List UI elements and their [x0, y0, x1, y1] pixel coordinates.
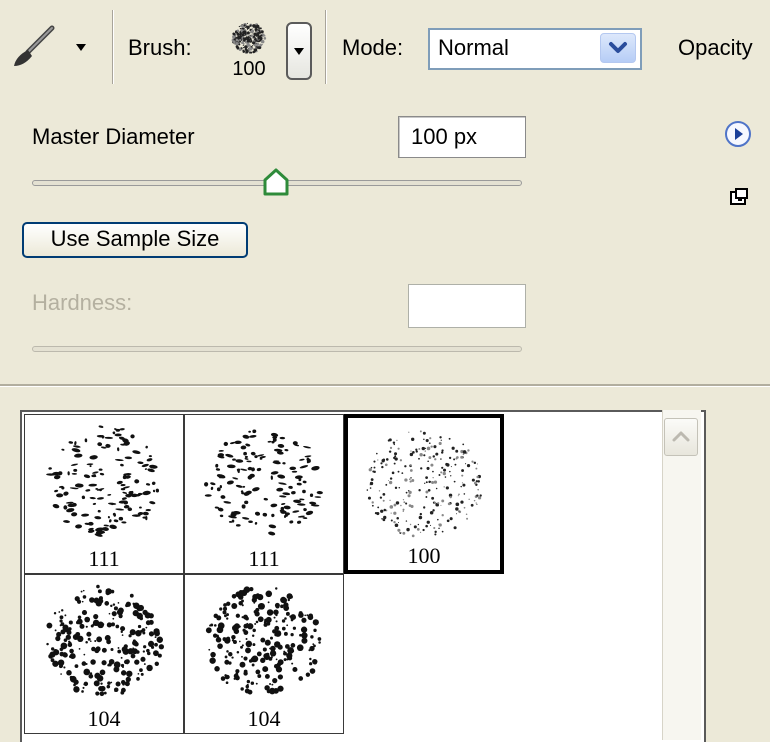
brush-tip-thumbnail-icon [46, 584, 165, 697]
chevron-down-icon [609, 42, 627, 53]
brush-size-label: 111 [248, 546, 280, 571]
chevron-down-icon [294, 48, 304, 55]
brush-size-label: 100 [407, 543, 441, 568]
scrollbar[interactable] [662, 410, 701, 740]
brush-preset-item[interactable]: 100 [344, 414, 504, 574]
master-diameter-label: Master Diameter [32, 124, 195, 149]
master-diameter-field[interactable]: 100 px [398, 116, 526, 158]
brush-preset-item[interactable]: 104 [184, 574, 344, 734]
brush-preset-item[interactable]: 111 [24, 414, 184, 574]
brush-picker-button[interactable] [286, 22, 312, 80]
brush-size-label: 104 [87, 706, 121, 731]
brush-tip-thumbnail-icon [204, 429, 323, 536]
new-preset-icon [730, 188, 748, 205]
mode-dropdown-button[interactable] [600, 33, 636, 63]
opacity-label: Opacity [678, 35, 753, 60]
brush-tip-thumbnail-icon [231, 22, 267, 54]
brush-size-value: 100 [232, 58, 266, 80]
play-arrow-icon [725, 121, 751, 147]
toolbar-divider [112, 10, 113, 84]
brush-size-label: 104 [247, 706, 281, 731]
chevron-down-icon [76, 44, 86, 51]
scroll-up-button[interactable] [664, 418, 698, 456]
brush-preset-item[interactable]: 111 [184, 414, 344, 574]
panel-divider [0, 384, 770, 386]
hardness-slider [32, 346, 522, 352]
brush-icon [14, 25, 55, 66]
brush-tip-thumbnail-icon [205, 586, 322, 695]
master-diameter-slider[interactable] [32, 168, 522, 202]
panel-menu-button[interactable] [724, 120, 752, 148]
slider-thumb-icon[interactable] [261, 168, 291, 198]
toolbar-divider [325, 10, 326, 84]
master-diameter-value: 100 px [411, 124, 478, 149]
brush-tip-thumbnail-icon [46, 425, 160, 537]
brush-size-label: 111 [88, 546, 120, 571]
brush-options-panel: Master Diameter 100 px Use Sample Size H… [0, 94, 770, 384]
brush-tool-preset-picker[interactable] [8, 22, 103, 72]
options-toolbar: Brush: 100 Mode: Normal Opacity [0, 0, 770, 94]
chevron-up-icon [672, 431, 690, 442]
mode-label: Mode: [342, 35, 404, 60]
mode-select[interactable]: Normal [428, 28, 642, 70]
brush-tip-thumbnail-icon [366, 430, 482, 538]
brush-preset-list: 111 111 100 104 104 [20, 410, 706, 742]
brush-preview[interactable]: 100 [224, 18, 274, 84]
hardness-label: Hardness: [32, 290, 133, 315]
new-preset-button[interactable] [728, 186, 750, 208]
mode-value: Normal [438, 35, 509, 60]
hardness-field [408, 284, 526, 328]
brush-label: Brush: [128, 35, 192, 60]
brush-preset-item[interactable]: 104 [24, 574, 184, 734]
use-sample-size-button[interactable]: Use Sample Size [22, 222, 248, 258]
